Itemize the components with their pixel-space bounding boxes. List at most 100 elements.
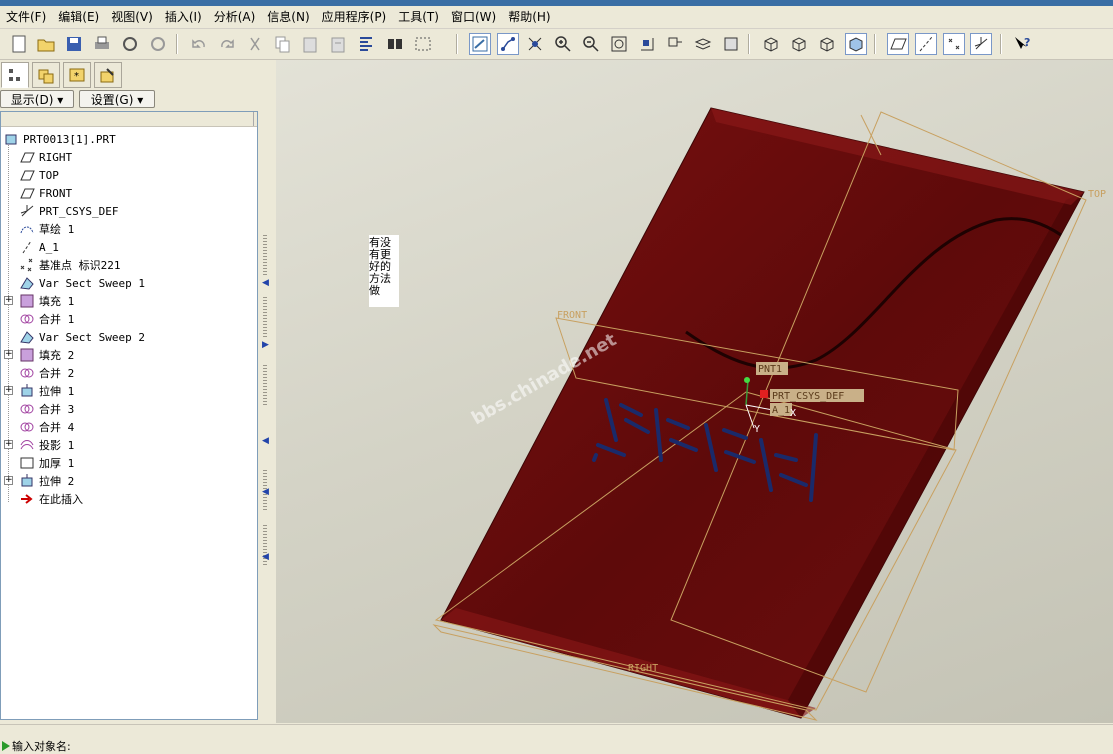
select-box-button[interactable]	[412, 33, 434, 55]
reorient-button[interactable]	[636, 33, 658, 55]
regenerate-button[interactable]	[147, 33, 169, 55]
context-help-button[interactable]: ?	[1011, 33, 1033, 55]
no-hidden-button[interactable]	[816, 33, 838, 55]
splitter-grip[interactable]	[263, 297, 267, 337]
regenerate-manager-button[interactable]	[355, 33, 377, 55]
saved-views-button[interactable]	[664, 33, 686, 55]
model-viewport[interactable]: FRONT TOP RIGHT PNT1 PRT_CSYS_DEF A_1 X …	[276, 60, 1113, 723]
tree-node-label: 草绘 1	[39, 223, 75, 236]
menu-item-7[interactable]: 工具(T)	[392, 6, 445, 28]
tree-node[interactable]: Var Sect Sweep 1	[19, 274, 145, 292]
csys-origin-marker[interactable]	[760, 390, 768, 398]
print-button[interactable]	[91, 33, 113, 55]
right-plane-label[interactable]: RIGHT	[628, 663, 658, 674]
tree-node[interactable]: 合并 4	[19, 418, 74, 436]
shading-button[interactable]	[845, 33, 867, 55]
tree-expand-toggle[interactable]: +	[4, 440, 13, 449]
top-plane-label[interactable]: TOP	[1088, 189, 1106, 200]
show-dropdown[interactable]: 显示(D) ▾	[0, 90, 74, 108]
menu-item-1[interactable]: 编辑(E)	[52, 6, 105, 28]
find-button[interactable]	[384, 33, 406, 55]
tree-node[interactable]: 填充 2	[19, 346, 74, 364]
expand-arrow-icon[interactable]: ▶	[262, 340, 269, 350]
connections-tab[interactable]	[94, 62, 122, 88]
collapse-arrow-icon[interactable]: ◀	[262, 278, 269, 288]
graphics-window[interactable]: FRONT TOP RIGHT PNT1 PRT_CSYS_DEF A_1 X …	[276, 60, 1113, 723]
tree-node[interactable]: 合并 2	[19, 364, 74, 382]
tree-node[interactable]: 草绘 1	[19, 220, 74, 238]
tree-expand-toggle[interactable]: +	[4, 296, 13, 305]
model-tree-tab[interactable]	[1, 62, 29, 88]
tree-expand-toggle[interactable]: +	[4, 476, 13, 485]
zoom-in-button[interactable]	[552, 33, 574, 55]
splitter-grip[interactable]	[263, 235, 267, 275]
datum-point-marker[interactable]	[744, 377, 750, 383]
coordinate-systems-button[interactable]	[970, 33, 992, 55]
tree-node[interactable]: 填充 1	[19, 292, 74, 310]
axis-label[interactable]: A_1	[772, 405, 790, 416]
favorites-tab[interactable]: *	[63, 62, 91, 88]
datum-points-button[interactable]	[943, 33, 965, 55]
merge-icon	[19, 401, 35, 417]
tree-expand-toggle[interactable]: +	[4, 386, 13, 395]
collapse-arrow-icon[interactable]: ◀	[262, 552, 269, 562]
menu-item-2[interactable]: 视图(V)	[105, 6, 159, 28]
menu-item-8[interactable]: 窗口(W)	[445, 6, 502, 28]
menu-item-3[interactable]: 插入(I)	[159, 6, 208, 28]
tree-node[interactable]: 加厚 1	[19, 454, 74, 472]
panel-splitter[interactable]: ◀ ▶ ◀ ◀ ◀	[259, 60, 275, 722]
save-button[interactable]	[63, 33, 85, 55]
settings-dropdown-label: 设置(G)	[90, 93, 134, 107]
new-button[interactable]	[8, 33, 30, 55]
datum-planes-button[interactable]	[887, 33, 909, 55]
repaint-button[interactable]	[469, 33, 491, 55]
tree-node[interactable]: PRT0013[1].PRT	[3, 130, 116, 148]
model-body[interactable]	[440, 107, 1085, 719]
zoom-out-button[interactable]	[580, 33, 602, 55]
collapse-arrow-icon[interactable]: ◀	[262, 487, 269, 497]
tree-expand-toggle[interactable]: +	[4, 350, 13, 359]
pnt-label[interactable]: PNT1	[758, 364, 782, 375]
tree-node[interactable]: 合并 3	[19, 400, 74, 418]
tree-node[interactable]: FRONT	[19, 184, 72, 202]
spin-center-button[interactable]	[497, 33, 519, 55]
paste-special-button[interactable]	[327, 33, 349, 55]
tree-node[interactable]: 合并 1	[19, 310, 74, 328]
menu-item-6[interactable]: 应用程序(P)	[316, 6, 393, 28]
folder-browser-tab[interactable]	[32, 62, 60, 88]
front-plane-label[interactable]: FRONT	[557, 310, 587, 321]
datum-axes-button[interactable]	[915, 33, 937, 55]
menu-item-9[interactable]: 帮助(H)	[502, 6, 556, 28]
menu-item-0[interactable]: 文件(F)	[0, 6, 52, 28]
collapse-arrow-icon[interactable]: ◀	[262, 436, 269, 446]
tree-node[interactable]: TOP	[19, 166, 59, 184]
tree-node[interactable]: 基准点 标识221	[19, 256, 121, 274]
menu-item-5[interactable]: 信息(N)	[261, 6, 315, 28]
copy-button[interactable]	[271, 33, 293, 55]
tree-node[interactable]: PRT_CSYS_DEF	[19, 202, 118, 220]
tree-node[interactable]: 拉伸 1	[19, 382, 74, 400]
cut-button[interactable]	[244, 33, 266, 55]
csys-label[interactable]: PRT_CSYS_DEF	[772, 391, 844, 402]
settings-dropdown[interactable]: 设置(G) ▾	[79, 90, 155, 108]
orient-button[interactable]	[524, 33, 546, 55]
tree-node[interactable]: 拉伸 2	[19, 472, 74, 490]
tree-node[interactable]: 在此插入	[19, 490, 83, 508]
hidden-line-button[interactable]	[788, 33, 810, 55]
refit-button[interactable]	[608, 33, 630, 55]
undo-button[interactable]	[188, 33, 210, 55]
layers-button[interactable]	[692, 33, 714, 55]
open-button[interactable]	[35, 33, 57, 55]
tree-node[interactable]: Var Sect Sweep 2	[19, 328, 145, 346]
model-tree-button[interactable]	[119, 33, 141, 55]
tree-node[interactable]: 投影 1	[19, 436, 74, 454]
menu-item-4[interactable]: 分析(A)	[208, 6, 262, 28]
paste-button[interactable]	[299, 33, 321, 55]
tree-node[interactable]: RIGHT	[19, 148, 72, 166]
tree-node[interactable]: A_1	[19, 238, 59, 256]
tree-node-label: 拉伸 1	[39, 385, 75, 398]
appearance-button[interactable]	[720, 33, 742, 55]
redo-button[interactable]	[216, 33, 238, 55]
wireframe-button[interactable]	[760, 33, 782, 55]
splitter-grip[interactable]	[263, 365, 267, 405]
